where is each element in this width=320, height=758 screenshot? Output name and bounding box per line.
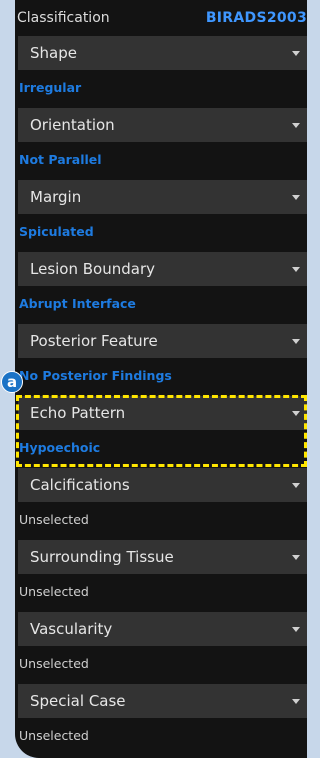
section-echo-pattern: Echo Pattern Hypoechoic — [15, 396, 307, 468]
orientation-dropdown[interactable]: Orientation — [18, 108, 307, 142]
special-case-value: Unselected — [19, 728, 89, 743]
calcifications-label: Calcifications — [30, 476, 130, 494]
margin-label: Margin — [30, 188, 82, 206]
section-posterior-feature: Posterior Feature No Posterior Findings — [15, 324, 307, 396]
shape-value: Irregular — [19, 80, 82, 95]
calcifications-value: Unselected — [19, 512, 89, 527]
chevron-down-icon — [292, 411, 300, 416]
section-lesion-boundary: Lesion Boundary Abrupt Interface — [15, 252, 307, 324]
chevron-down-icon — [292, 555, 300, 560]
birads-standard-label[interactable]: BIRADS2003 — [206, 10, 307, 26]
surrounding-tissue-value: Unselected — [19, 584, 89, 599]
special-case-dropdown[interactable]: Special Case — [18, 684, 307, 718]
surrounding-tissue-dropdown[interactable]: Surrounding Tissue — [18, 540, 307, 574]
shape-label: Shape — [30, 44, 77, 62]
annotation-marker-badge: a — [1, 371, 23, 393]
chevron-down-icon — [292, 195, 300, 200]
vascularity-label: Vascularity — [30, 620, 113, 638]
chevron-down-icon — [292, 339, 300, 344]
section-vascularity: Vascularity Unselected — [15, 612, 307, 684]
vascularity-dropdown[interactable]: Vascularity — [18, 612, 307, 646]
section-orientation: Orientation Not Parallel — [15, 108, 307, 180]
shape-dropdown[interactable]: Shape — [18, 36, 307, 70]
posterior-feature-label: Posterior Feature — [30, 332, 158, 350]
chevron-down-icon — [292, 123, 300, 128]
surrounding-tissue-label: Surrounding Tissue — [30, 548, 174, 566]
chevron-down-icon — [292, 267, 300, 272]
section-margin: Margin Spiculated — [15, 180, 307, 252]
margin-dropdown[interactable]: Margin — [18, 180, 307, 214]
posterior-feature-value: No Posterior Findings — [19, 368, 172, 383]
orientation-label: Orientation — [30, 116, 115, 134]
orientation-value: Not Parallel — [19, 152, 102, 167]
lesion-boundary-value: Abrupt Interface — [19, 296, 136, 311]
chevron-down-icon — [292, 627, 300, 632]
chevron-down-icon — [292, 51, 300, 56]
section-surrounding-tissue: Surrounding Tissue Unselected — [15, 540, 307, 612]
vascularity-value: Unselected — [19, 656, 89, 671]
echo-pattern-value: Hypoechoic — [19, 440, 101, 455]
classification-panel: Classification BIRADS2003 Shape Irregula… — [15, 0, 307, 758]
calcifications-dropdown[interactable]: Calcifications — [18, 468, 307, 502]
lesion-boundary-label: Lesion Boundary — [30, 260, 155, 278]
posterior-feature-dropdown[interactable]: Posterior Feature — [18, 324, 307, 358]
lesion-boundary-dropdown[interactable]: Lesion Boundary — [18, 252, 307, 286]
chevron-down-icon — [292, 699, 300, 704]
echo-pattern-label: Echo Pattern — [30, 404, 126, 422]
echo-pattern-dropdown[interactable]: Echo Pattern — [18, 396, 307, 430]
section-special-case: Special Case Unselected — [15, 684, 307, 756]
panel-header: Classification BIRADS2003 — [15, 0, 307, 36]
section-shape: Shape Irregular — [15, 36, 307, 108]
panel-title: Classification — [17, 10, 110, 26]
chevron-down-icon — [292, 483, 300, 488]
margin-value: Spiculated — [19, 224, 94, 239]
section-calcifications: Calcifications Unselected — [15, 468, 307, 540]
special-case-label: Special Case — [30, 692, 126, 710]
